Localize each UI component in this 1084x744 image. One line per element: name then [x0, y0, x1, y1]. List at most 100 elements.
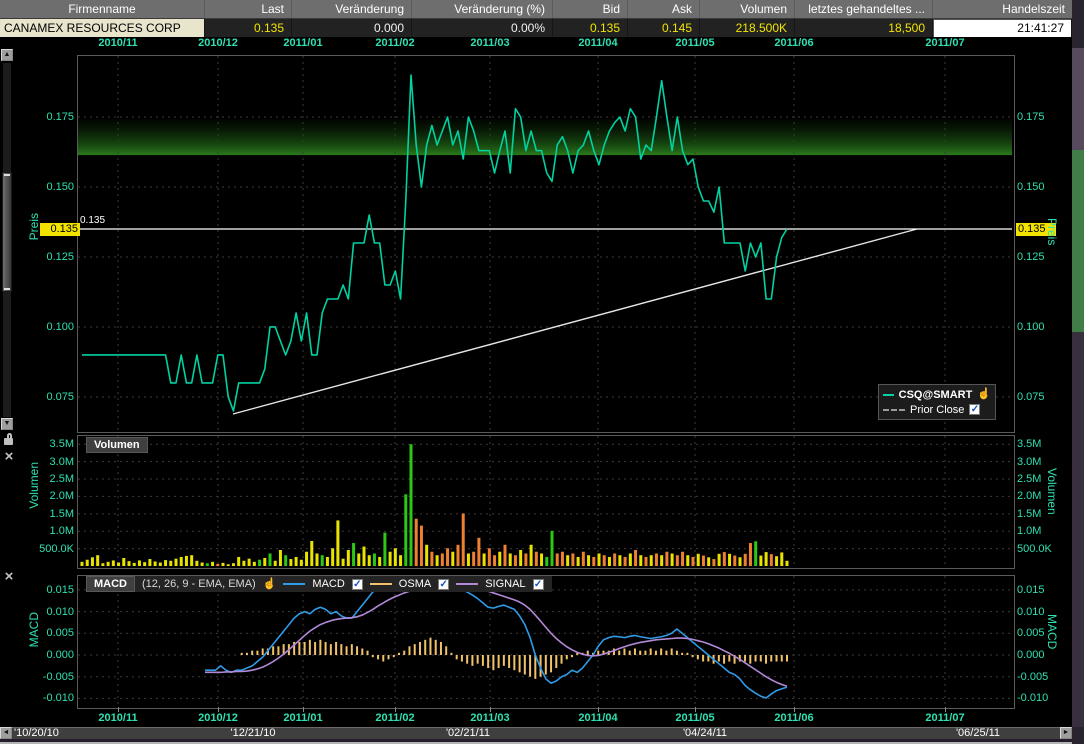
top-date-label: 2011/03 — [470, 37, 509, 49]
volume-axis-title-left: Volumen — [27, 462, 41, 509]
volume-ytick-r: 1.5M — [1017, 508, 1067, 521]
volume-ytick-l: 3.5M — [20, 438, 74, 451]
scroll-up-button[interactable]: ▲ — [1, 49, 13, 61]
scrollbar-date-label: '12/21/10 — [231, 727, 276, 739]
macd-ytick-r: 0.005 — [1017, 627, 1067, 640]
axis-tick — [598, 707, 599, 712]
drag-hand-icon: ☝ — [977, 389, 991, 400]
close-volume-panel-button[interactable]: × — [2, 450, 16, 464]
top-date-label: 2011/02 — [375, 37, 414, 49]
axis-tick — [395, 707, 396, 712]
scroll-left-button[interactable]: ◄ — [0, 727, 12, 739]
last-price-axis-tag: 0.135 — [40, 223, 80, 236]
left-arrow-icon: ◄ — [3, 729, 10, 736]
last-price-cell[interactable]: 0.135 — [205, 19, 292, 37]
col-header-firmenname: Firmenname — [0, 0, 205, 18]
bottom-date-label: 2011/05 — [675, 712, 714, 724]
volume-chart-panel[interactable] — [77, 435, 1015, 569]
highlight-band — [78, 119, 1012, 155]
macd-line-swatch — [283, 583, 305, 585]
top-date-label: 2011/05 — [675, 37, 714, 49]
osma-series-checkbox[interactable] — [438, 579, 449, 590]
col-header-last: Last — [205, 0, 292, 18]
price-ytick-l: 0.075 — [20, 391, 74, 404]
signal-series-checkbox[interactable] — [533, 579, 544, 590]
symbol-label: CSQ@SMART — [899, 389, 973, 401]
bottom-date-label: 2011/03 — [470, 712, 509, 724]
change-cell[interactable]: 0.000 — [292, 19, 412, 37]
macd-params: (12, 26, 9 - EMA, EMA) — [142, 578, 256, 590]
volume-chart[interactable] — [78, 436, 1012, 566]
macd-chart[interactable] — [78, 576, 1012, 706]
osma-line-swatch — [370, 583, 392, 585]
bottom-date-label: 2011/06 — [774, 712, 813, 724]
bottom-date-label: 2011/01 — [283, 712, 322, 724]
price-axis-title-left: Preis — [27, 213, 41, 240]
col-header-bid: Bid — [553, 0, 628, 18]
prior-close-label: Prior Close — [910, 404, 964, 416]
macd-axis-title-left: MACD — [27, 612, 41, 647]
volume-ytick-r: 2.5M — [1017, 473, 1067, 486]
scroll-right-button[interactable]: ► — [1060, 727, 1072, 739]
close-macd-panel-button[interactable]: × — [2, 570, 16, 584]
volume-cell[interactable]: 218.500K — [700, 19, 795, 37]
col-header-ask: Ask — [628, 0, 700, 18]
bottom-date-label: 2010/11 — [98, 712, 137, 724]
horizontal-scrollbar[interactable] — [0, 727, 1072, 739]
last-size-cell[interactable]: 18,500 — [795, 19, 933, 37]
macd-chart-panel[interactable] — [77, 575, 1015, 709]
prior-close-checkbox[interactable] — [969, 404, 980, 415]
drag-hand-icon: ☝ — [263, 579, 277, 590]
macd-ytick-r: 0.010 — [1017, 606, 1067, 619]
axis-tick — [695, 707, 696, 712]
prior-close-line-swatch — [883, 409, 905, 411]
volume-ytick-l: 500.0K — [20, 543, 74, 556]
top-date-label: 2011/06 — [774, 37, 813, 49]
macd-ytick-r: 0.000 — [1017, 649, 1067, 662]
volume-panel-title[interactable]: Volumen — [86, 437, 148, 453]
macd-series-checkbox[interactable] — [352, 579, 363, 590]
volume-ytick-r: 2.0M — [1017, 490, 1067, 503]
price-ytick-l: 0.175 — [20, 111, 74, 124]
scrollbar-date-label: '10/20/10 — [14, 727, 59, 739]
macd-panel-title[interactable]: MACD — [86, 576, 135, 592]
trading-platform-window: { "quote": { "headers": ["Firmenname","L… — [0, 0, 1084, 744]
top-date-label: 2011/07 — [925, 37, 964, 49]
volume-ytick-r: 500.0K — [1017, 543, 1067, 556]
axis-tick — [218, 707, 219, 712]
symbol-line-swatch — [883, 394, 894, 396]
ask-cell[interactable]: 0.145 — [628, 19, 700, 37]
price-ytick-r: 0.175 — [1017, 111, 1067, 124]
vertical-scrollbar-thumb[interactable] — [2, 172, 12, 292]
price-axis-title-right: Preis — [1045, 218, 1059, 245]
macd-series-label: MACD — [312, 578, 344, 590]
legend-item-prior-close[interactable]: Prior Close — [883, 402, 991, 417]
macd-panel-header: MACD (12, 26, 9 - EMA, EMA) ☝ MACD OSMA … — [86, 576, 552, 592]
price-chart[interactable] — [78, 56, 1012, 430]
col-header-volume: Volumen — [700, 0, 795, 18]
axis-lock-icon[interactable] — [4, 438, 13, 445]
bottom-date-label: 2010/12 — [198, 712, 238, 724]
price-ytick-r: 0.075 — [1017, 391, 1067, 404]
volume-ytick-r: 3.5M — [1017, 438, 1067, 451]
trade-time-cell[interactable]: 21:41:27 — [933, 19, 1072, 37]
macd-ytick-r: -0.005 — [1017, 671, 1067, 684]
price-chart-panel[interactable] — [77, 55, 1015, 433]
right-arrow-icon: ► — [1063, 729, 1070, 736]
right-rail-segment-top[interactable] — [1072, 48, 1084, 150]
legend-item-symbol[interactable]: CSQ@SMART ☝ — [883, 387, 991, 402]
scrollbar-date-label: '04/24/11 — [683, 727, 727, 739]
right-rail-scrollbar[interactable] — [1072, 0, 1084, 744]
macd-ytick-l: -0.005 — [20, 671, 74, 684]
right-rail-segment-bottom[interactable] — [1072, 332, 1084, 727]
company-name-cell[interactable]: CANAMEX RESOURCES CORP — [0, 19, 205, 37]
bid-cell[interactable]: 0.135 — [553, 19, 628, 37]
change-pct-cell[interactable]: 0.00% — [412, 19, 553, 37]
signal-line-swatch — [456, 583, 478, 585]
right-rail-visible-range[interactable] — [1072, 150, 1084, 332]
axis-tick — [490, 707, 491, 712]
col-header-trade-time: Handelszeit — [933, 0, 1072, 18]
scroll-down-button[interactable]: ▼ — [1, 418, 13, 430]
quote-value-row[interactable]: CANAMEX RESOURCES CORP 0.135 0.000 0.00%… — [0, 19, 1072, 38]
macd-ytick-r: -0.010 — [1017, 692, 1067, 705]
